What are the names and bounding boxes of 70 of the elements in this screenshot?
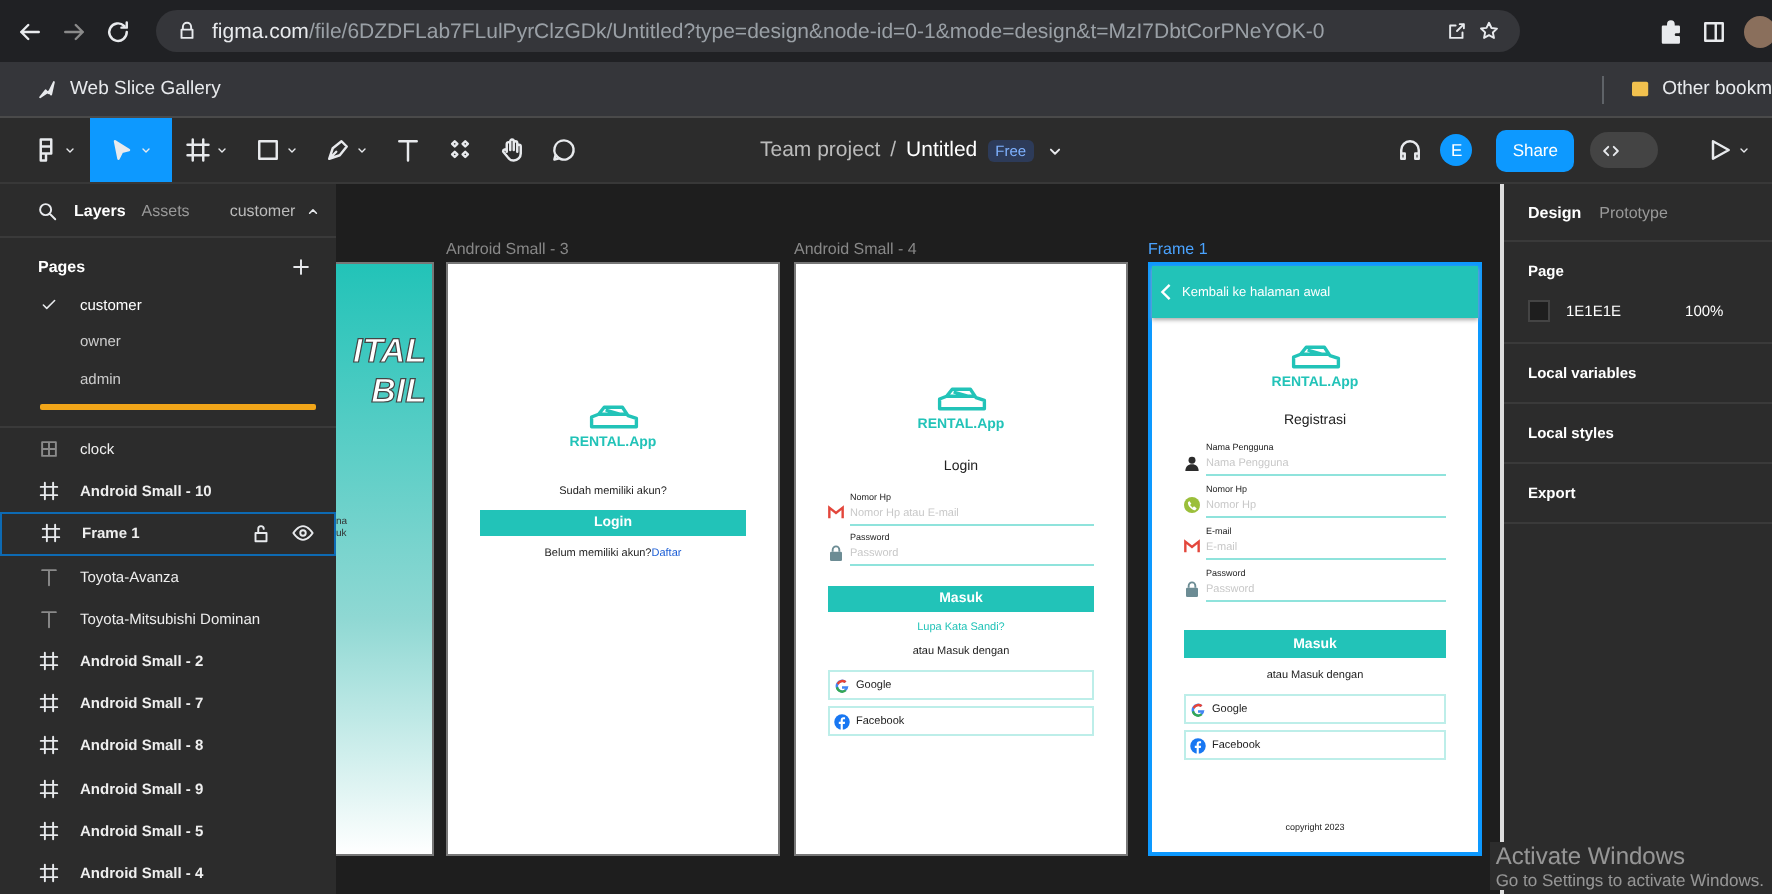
- frame-icon: [38, 734, 60, 757]
- facebook-icon: [1190, 737, 1206, 753]
- text-layer-icon: [38, 607, 60, 630]
- color-swatch[interactable]: [1528, 300, 1550, 322]
- mail-icon: [1184, 538, 1200, 556]
- pen-icon: [324, 136, 352, 164]
- frame-icon: [38, 649, 60, 672]
- play-icon: [1706, 136, 1734, 164]
- eye-icon[interactable]: [292, 522, 314, 545]
- frame-label[interactable]: Frame 1: [1148, 240, 1482, 262]
- bookmark-icon: [36, 78, 58, 100]
- reload-icon[interactable]: [104, 17, 132, 45]
- car-logo-icon: [933, 384, 989, 414]
- headline-text: ITAL: [352, 332, 426, 372]
- car-logo-icon: [1287, 342, 1343, 372]
- breadcrumb-separator: /: [890, 138, 897, 162]
- lock-icon: [828, 544, 844, 562]
- frame-icon: [38, 480, 60, 503]
- text-layer-icon: [38, 565, 60, 588]
- sidebar-icon[interactable]: [1700, 17, 1728, 45]
- frame-icon: [184, 136, 212, 164]
- activation-notice-title: Activate Windows: [1495, 842, 1688, 870]
- frame-icon: [40, 522, 62, 545]
- rectangle-icon: [254, 136, 282, 164]
- headphones-icon[interactable]: [1396, 136, 1425, 164]
- frame-label[interactable]: Android Small - 3: [446, 240, 780, 262]
- components-icon: [446, 136, 474, 164]
- bookmark-link[interactable]: Web Slice Gallery: [70, 78, 221, 100]
- project-name[interactable]: Team project: [760, 138, 881, 162]
- person-icon: [1184, 454, 1200, 472]
- text-tool-icon: [394, 136, 422, 164]
- google-icon: [834, 677, 850, 693]
- frame-label[interactable]: Android Small - 4: [794, 240, 1128, 262]
- search-icon[interactable]: [36, 199, 58, 221]
- hand-icon: [498, 136, 526, 164]
- unlock-icon[interactable]: [250, 522, 272, 545]
- frame-icon: [38, 692, 60, 715]
- comment-icon: [550, 136, 578, 164]
- lock-icon: [1184, 580, 1200, 598]
- extensions-icon[interactable]: [1656, 17, 1684, 45]
- panel-tab[interactable]: Prototype: [1599, 203, 1668, 221]
- plus-icon[interactable]: [290, 256, 312, 278]
- headline-text: BIL: [371, 372, 426, 412]
- activation-notice-text: Go to Settings to activate Windows.: [1495, 870, 1764, 890]
- phone-icon: [1184, 496, 1200, 514]
- facebook-icon: [834, 713, 850, 729]
- bookmark-folder[interactable]: Other bookm: [1662, 78, 1772, 100]
- frame-icon: [38, 861, 60, 884]
- frame-icon: [38, 819, 60, 842]
- car-logo-icon: [585, 402, 641, 432]
- lock-icon: [176, 20, 198, 42]
- dev-mode-toggle[interactable]: [1590, 132, 1658, 168]
- section-title: Pages: [38, 258, 86, 276]
- page-dropdown[interactable]: customer: [229, 201, 296, 219]
- address-bar[interactable]: figma.com/file/6DZDFLab7FLulPyrClzGDk/Untitled?type=design&node-id=0-1&mode=design&t=MzI7DbtCorPNeYOK-0: [156, 10, 1520, 52]
- panel-tab[interactable]: Design: [1528, 203, 1582, 221]
- resize-handle[interactable]: [40, 404, 316, 410]
- mail-icon: [828, 504, 844, 522]
- panel-tab[interactable]: Assets: [141, 201, 190, 219]
- panel-tab[interactable]: Layers: [74, 201, 126, 219]
- google-icon: [1190, 701, 1206, 717]
- folder-icon: [1632, 80, 1651, 98]
- file-name[interactable]: Untitled: [906, 138, 978, 162]
- check-icon: [40, 295, 58, 314]
- profile-avatar[interactable]: [1744, 15, 1772, 47]
- frame-icon: [38, 777, 60, 800]
- star-icon[interactable]: [1478, 20, 1500, 42]
- share-icon[interactable]: [1446, 20, 1468, 42]
- component-icon: [38, 438, 60, 461]
- pointer-icon: [108, 136, 136, 164]
